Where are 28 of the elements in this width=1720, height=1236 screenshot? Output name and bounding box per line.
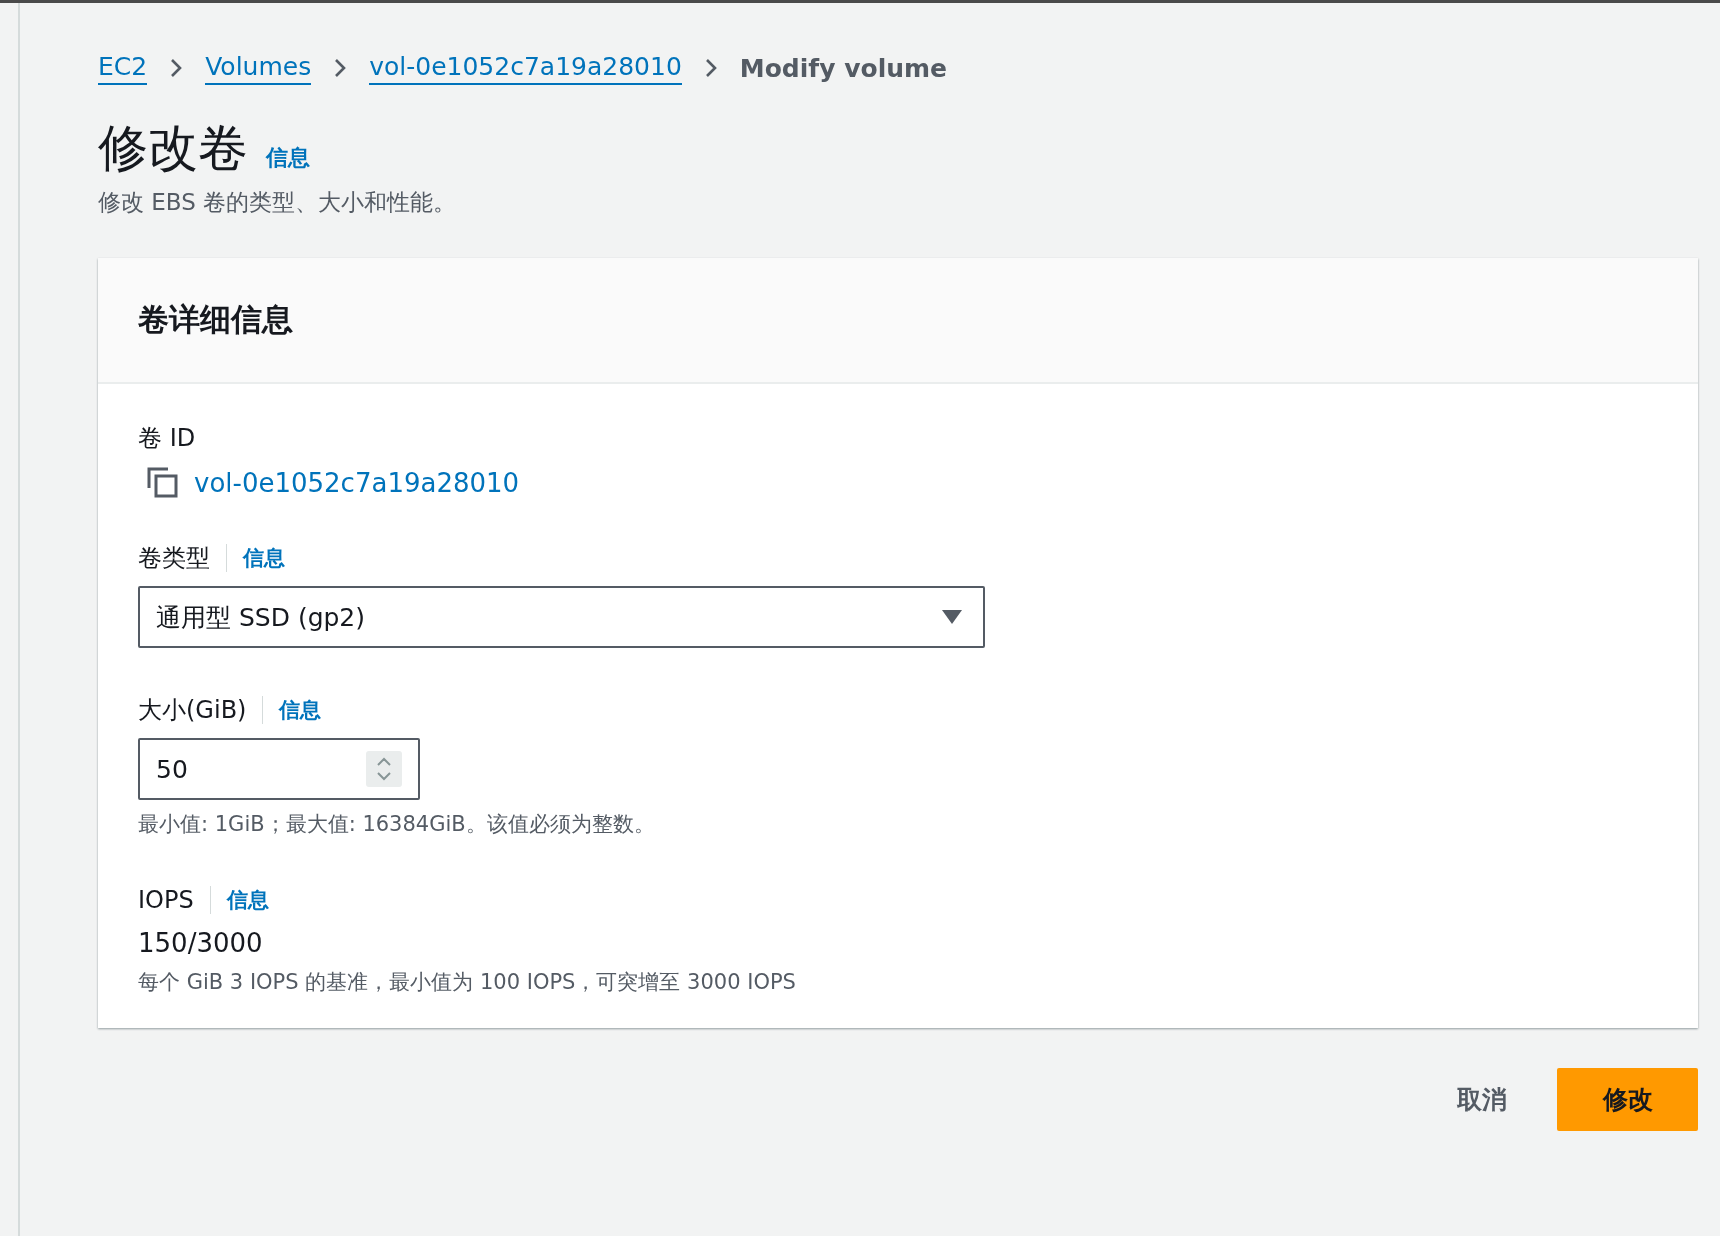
card-title: 卷详细信息: [138, 300, 293, 339]
chevron-right-icon: [169, 57, 184, 79]
info-link[interactable]: 信息: [266, 143, 310, 181]
volume-id-link[interactable]: vol-0e1052c7a19a28010: [194, 468, 520, 498]
breadcrumb-current: Modify volume: [739, 53, 948, 83]
info-link[interactable]: 信息: [243, 544, 285, 572]
volume-type-select[interactable]: 通用型 SSD (gp2): [138, 586, 985, 648]
breadcrumb-link[interactable]: EC2: [98, 51, 148, 85]
breadcrumb-link[interactable]: vol-0e1052c7a19a28010: [369, 51, 682, 85]
info-link[interactable]: 信息: [226, 886, 269, 914]
field-label: 卷 ID: [138, 423, 196, 454]
iops-value: 150/3000: [138, 928, 264, 958]
page-description: 修改 EBS 卷的类型、大小和性能。: [98, 188, 458, 217]
cancel-button[interactable]: 取消: [1457, 1073, 1507, 1126]
breadcrumb-link[interactable]: Volumes: [205, 51, 312, 85]
info-link[interactable]: 信息: [279, 696, 322, 724]
size-input[interactable]: 50: [138, 738, 420, 800]
field-label: 大小(GiB): [138, 695, 247, 726]
chevron-right-icon: [333, 57, 348, 79]
page-title: 修改卷: [98, 118, 248, 179]
size-hint: 最小值: 1GiB；最大值: 16384GiB。该值必须为整数。: [138, 811, 656, 838]
copy-icon[interactable]: [146, 466, 180, 500]
caret-down-icon: [941, 609, 963, 625]
field-label: IOPS: [138, 886, 194, 914]
chevron-right-icon: [703, 57, 718, 79]
field-label: 卷类型: [138, 543, 210, 574]
iops-hint: 每个 GiB 3 IOPS 的基准，最小值为 100 IOPS，可突增至 3000 IOPS: [138, 969, 797, 996]
modify-button[interactable]: 修改: [1557, 1068, 1698, 1131]
